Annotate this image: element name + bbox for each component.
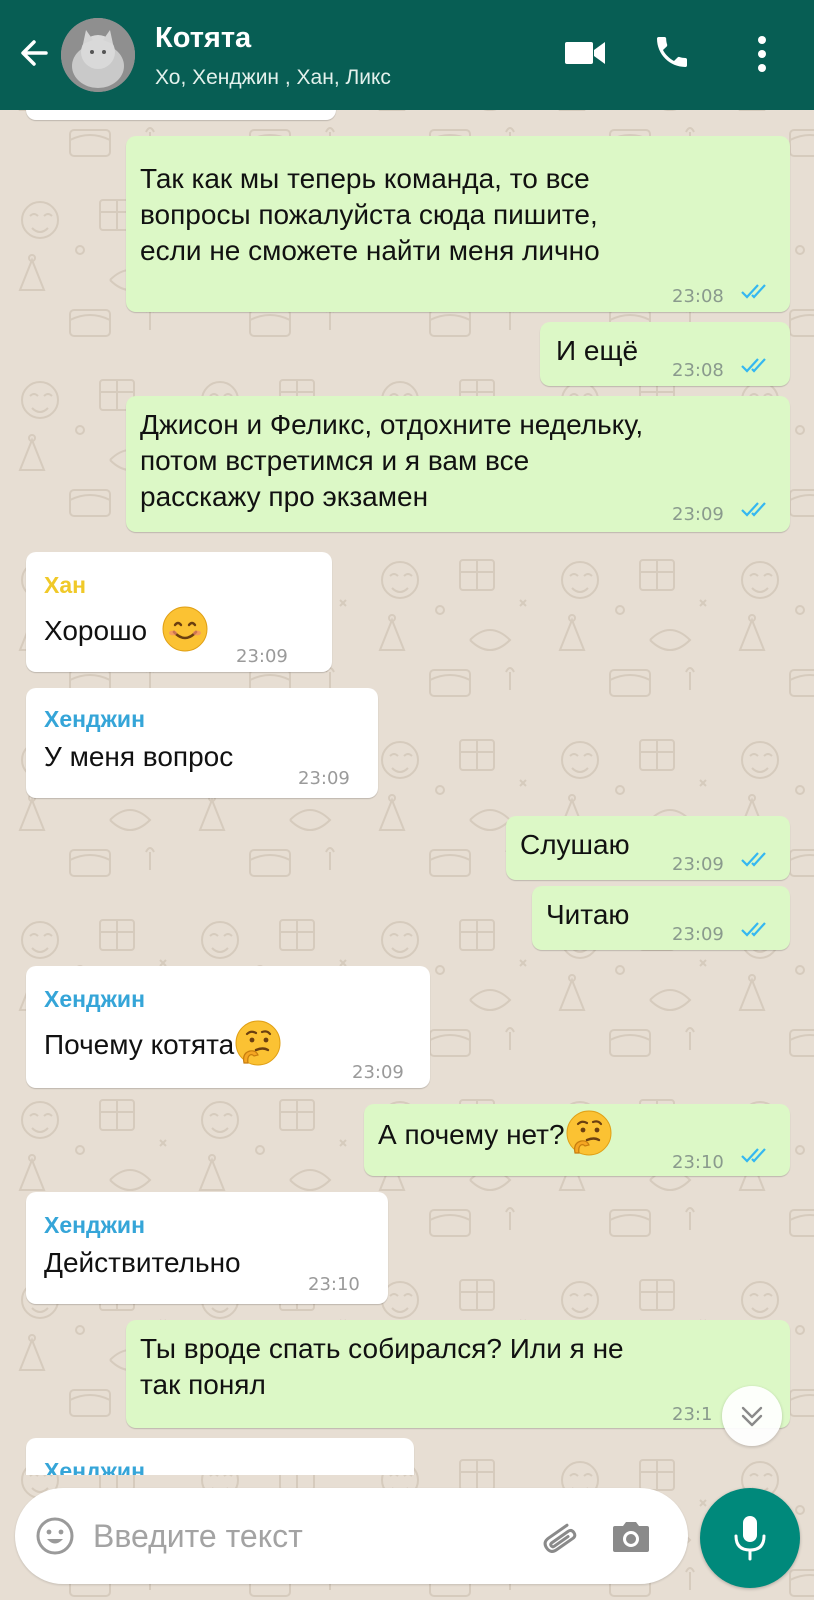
message-time: 23:09 bbox=[672, 504, 724, 525]
message-time: 23:09 bbox=[672, 924, 724, 945]
message-text-label: Почему котята bbox=[44, 1029, 235, 1060]
message-text: потом встретимся и я вам все bbox=[140, 445, 530, 476]
message-bubble-incoming[interactable]: Хенджин У меня вопрос 23:09 bbox=[26, 688, 378, 798]
message-text: Почему котята bbox=[44, 1020, 282, 1067]
message-text: расскажу про экзамен bbox=[140, 481, 429, 512]
message-list[interactable]: Так как мы теперь команда, то все вопрос… bbox=[0, 110, 814, 1475]
message-time: 23:09 bbox=[672, 854, 724, 875]
chat-participants[interactable]: Хо, Хенджин , Хан, Ликс bbox=[155, 66, 391, 90]
message-text: Хорошо bbox=[44, 606, 209, 653]
message-time: 23:08 bbox=[672, 360, 724, 381]
read-ticks-icon bbox=[741, 502, 766, 517]
message-text: А почему нет? bbox=[378, 1110, 613, 1157]
message-text: У меня вопрос bbox=[44, 741, 234, 772]
message-text: Так как мы теперь команда, то все bbox=[140, 163, 590, 194]
sender-name[interactable]: Хенджин bbox=[44, 980, 145, 1018]
thinking-face-emoji-icon bbox=[566, 1110, 612, 1156]
message-bubble-partial[interactable] bbox=[26, 110, 336, 120]
chat-title[interactable]: Котята bbox=[155, 22, 251, 55]
back-arrow-icon[interactable] bbox=[14, 33, 54, 73]
message-input[interactable]: Введите текст bbox=[93, 1518, 303, 1555]
message-bubble-outgoing[interactable]: А почему нет? 23:10 bbox=[364, 1104, 790, 1176]
message-text: Читаю bbox=[546, 899, 630, 930]
read-ticks-icon bbox=[741, 922, 766, 937]
message-time: 23:09 bbox=[236, 646, 288, 667]
message-time: 23:1 bbox=[672, 1404, 713, 1425]
message-bubble-outgoing[interactable]: Слушаю 23:09 bbox=[506, 816, 790, 880]
chat-header: Котята Хо, Хенджин , Хан, Ликс bbox=[0, 0, 814, 110]
message-bubble-incoming[interactable]: Хенджин bbox=[26, 1438, 414, 1475]
message-text: Джисон и Феликс, отдохните недельку, bbox=[140, 409, 644, 440]
message-text: вопросы пожалуйста сюда пишите, bbox=[140, 199, 598, 230]
group-avatar[interactable] bbox=[61, 18, 135, 92]
message-time: 23:10 bbox=[308, 1274, 360, 1295]
smiling-face-emoji-icon bbox=[162, 606, 208, 652]
message-bubble-incoming[interactable]: Хан Хорошо 23:09 bbox=[26, 552, 332, 672]
thinking-face-emoji-icon bbox=[235, 1020, 281, 1066]
mic-icon bbox=[734, 1516, 766, 1561]
message-time: 23:10 bbox=[672, 1152, 724, 1173]
voice-message-button[interactable] bbox=[700, 1488, 800, 1588]
video-call-icon[interactable] bbox=[564, 37, 606, 69]
read-ticks-icon bbox=[741, 1148, 766, 1163]
scroll-to-bottom-button[interactable] bbox=[722, 1386, 782, 1446]
read-ticks-icon bbox=[741, 358, 766, 373]
emoji-icon[interactable] bbox=[35, 1516, 75, 1556]
camera-icon[interactable] bbox=[609, 1514, 653, 1558]
read-ticks-icon bbox=[741, 852, 766, 867]
message-time: 23:09 bbox=[298, 768, 350, 789]
message-text: Действительно bbox=[44, 1247, 241, 1278]
sender-name[interactable]: Хенджин bbox=[44, 1206, 145, 1244]
message-text-label: Хорошо bbox=[44, 615, 148, 646]
message-text-label: А почему нет? bbox=[378, 1119, 565, 1150]
message-bubble-outgoing[interactable]: Так как мы теперь команда, то все вопрос… bbox=[126, 136, 790, 312]
more-vert-icon[interactable] bbox=[756, 34, 768, 74]
phone-icon[interactable] bbox=[652, 32, 692, 72]
message-bubble-outgoing[interactable]: Джисон и Феликс, отдохните недельку, пот… bbox=[126, 396, 790, 532]
paperclip-icon[interactable] bbox=[535, 1512, 583, 1560]
message-text: Ты вроде спать собирался? Или я не bbox=[140, 1333, 624, 1364]
message-text: если не сможете найти меня лично bbox=[140, 235, 600, 266]
sender-name[interactable]: Хенджин bbox=[44, 1452, 145, 1475]
sender-name[interactable]: Хан bbox=[44, 566, 86, 604]
double-chevron-down-icon bbox=[741, 1406, 763, 1427]
message-bubble-incoming[interactable]: Хенджин Действительно 23:10 bbox=[26, 1192, 388, 1304]
message-text: И ещё bbox=[556, 335, 639, 366]
message-bubble-outgoing[interactable]: Ты вроде спать собирался? Или я не так п… bbox=[126, 1320, 790, 1428]
message-text: Слушаю bbox=[520, 829, 630, 860]
message-text: так понял bbox=[140, 1369, 266, 1400]
sender-name[interactable]: Хенджин bbox=[44, 700, 145, 738]
message-bubble-outgoing[interactable]: Читаю 23:09 bbox=[532, 886, 790, 950]
message-time: 23:08 bbox=[672, 286, 724, 307]
message-bubble-incoming[interactable]: Хенджин Почему котята 23:09 bbox=[26, 966, 430, 1088]
read-ticks-icon bbox=[741, 284, 766, 299]
message-input-bar[interactable]: Введите текст bbox=[15, 1488, 688, 1584]
message-time: 23:09 bbox=[352, 1062, 404, 1083]
message-bubble-outgoing[interactable]: И ещё 23:08 bbox=[540, 322, 790, 386]
